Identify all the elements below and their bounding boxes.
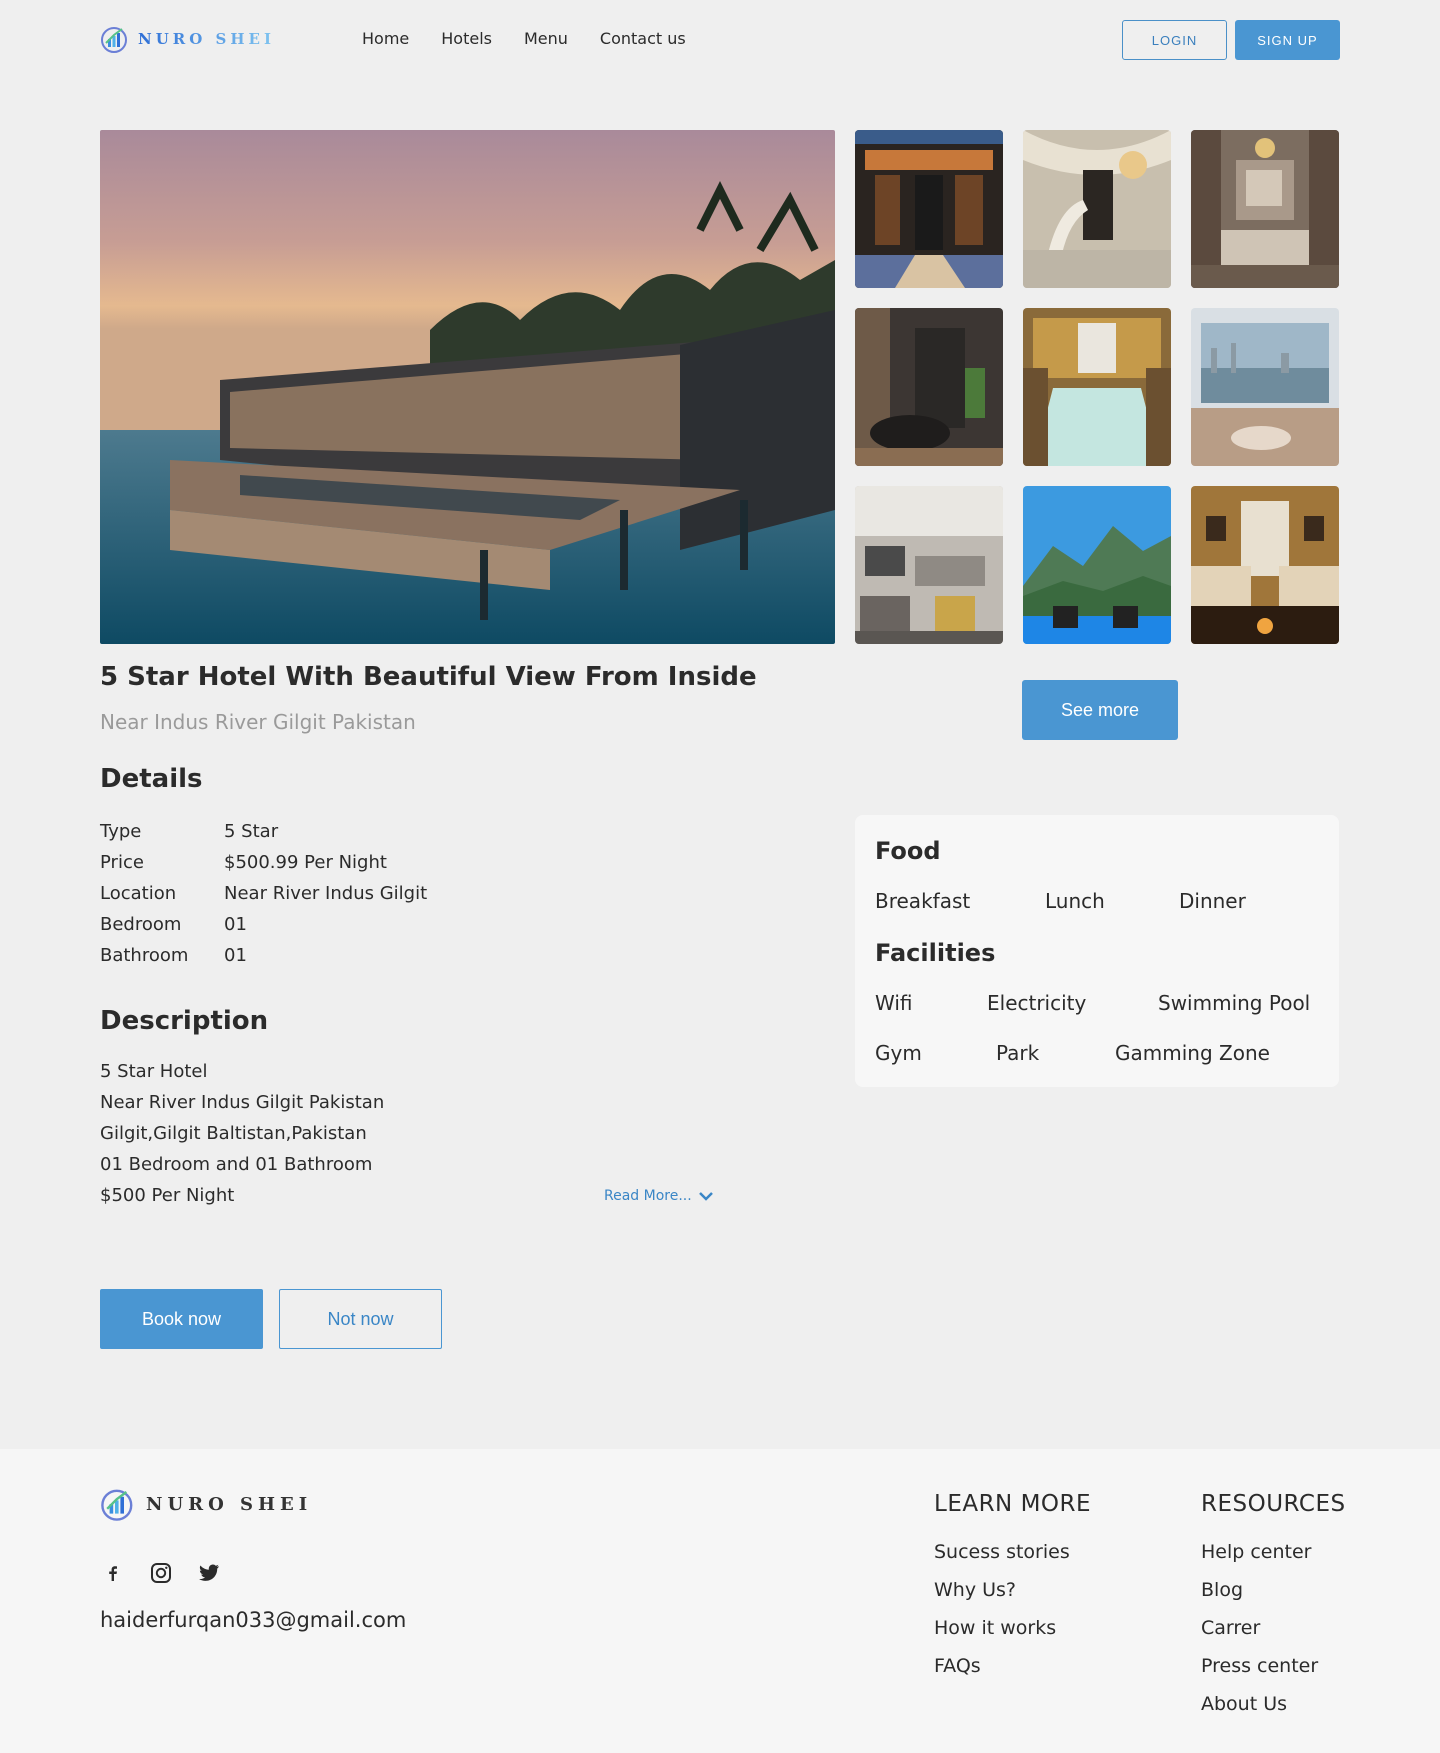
description-line: Near River Indus Gilgit Pakistan bbox=[100, 1092, 385, 1113]
book-now-button[interactable]: Book now bbox=[100, 1289, 263, 1349]
logo-mark-icon bbox=[101, 1489, 133, 1521]
footer-link-faqs[interactable]: FAQs bbox=[934, 1647, 1091, 1685]
details-value: 5 Star bbox=[224, 821, 279, 842]
facility-item-electricity: Electricity bbox=[987, 991, 1087, 1015]
amenities-card: Food Breakfast Lunch Dinner Facilities W… bbox=[855, 815, 1339, 1087]
logo-mark-icon bbox=[101, 27, 127, 53]
description-line: $500 Per Night bbox=[100, 1185, 235, 1206]
hotel-title: 5 Star Hotel With Beautiful View From In… bbox=[100, 662, 757, 692]
hotel-main-image[interactable] bbox=[100, 130, 835, 644]
see-more-button[interactable]: See more bbox=[1022, 680, 1178, 740]
details-row-bathroom: Bathroom 01 bbox=[100, 940, 427, 971]
details-row-bedroom: Bedroom 01 bbox=[100, 909, 427, 940]
description-line: 5 Star Hotel bbox=[100, 1061, 208, 1082]
gallery-thumb-lobby-entrance[interactable] bbox=[855, 130, 1003, 288]
gallery-thumb-indoor-pool[interactable] bbox=[1023, 308, 1171, 466]
facility-item-park: Park bbox=[996, 1041, 1040, 1065]
contact-email[interactable]: haiderfurqan033@gmail.com bbox=[100, 1608, 406, 1632]
details-table: Type 5 Star Price $500.99 Per Night Locati… bbox=[100, 816, 427, 971]
site-footer: NURO SHEI haiderfurqan033@gmail.com LEAR… bbox=[0, 1449, 1440, 1753]
facilities-heading: Facilities bbox=[875, 939, 996, 967]
read-more-label: Read More... bbox=[604, 1188, 692, 1204]
footer-link-press-center[interactable]: Press center bbox=[1201, 1647, 1346, 1685]
food-item-dinner: Dinner bbox=[1179, 889, 1246, 913]
details-value: $500.99 Per Night bbox=[224, 852, 387, 873]
footer-brand-logo[interactable]: NURO SHEI bbox=[100, 1487, 312, 1521]
footer-link-blog[interactable]: Blog bbox=[1201, 1571, 1346, 1609]
hotel-location: Near Indus River Gilgit Pakistan bbox=[100, 710, 416, 734]
details-key: Price bbox=[100, 852, 144, 873]
brand-name: NURO SHEI bbox=[138, 30, 276, 48]
nav-item-hotels[interactable]: Hotels bbox=[441, 29, 492, 48]
main-nav: Home Hotels Menu Contact us bbox=[362, 29, 686, 48]
details-value: 01 bbox=[224, 945, 247, 966]
details-heading: Details bbox=[100, 764, 203, 794]
resources-column: RESOURCES Help center Blog Carrer Press … bbox=[1201, 1491, 1346, 1723]
details-key: Bedroom bbox=[100, 914, 182, 935]
gallery-thumb-bathroom[interactable] bbox=[855, 308, 1003, 466]
details-row-type: Type 5 Star bbox=[100, 816, 427, 847]
food-heading: Food bbox=[875, 837, 941, 865]
facility-item-swimming-pool: Swimming Pool bbox=[1158, 991, 1311, 1015]
not-now-button[interactable]: Not now bbox=[279, 1289, 442, 1349]
description-line: 01 Bedroom and 01 Bathroom bbox=[100, 1154, 373, 1175]
twitter-icon[interactable] bbox=[196, 1560, 222, 1586]
footer-link-success-stories[interactable]: Sucess stories bbox=[934, 1533, 1091, 1571]
facility-item-wifi: Wifi bbox=[875, 991, 913, 1015]
nav-item-contact-us[interactable]: Contact us bbox=[600, 29, 686, 48]
read-more-link[interactable]: Read More... bbox=[604, 1188, 714, 1204]
gallery-thumb-lounge[interactable] bbox=[855, 486, 1003, 644]
instagram-icon[interactable] bbox=[148, 1560, 174, 1586]
description-line: Gilgit,Gilgit Baltistan,Pakistan bbox=[100, 1123, 367, 1144]
site-header: NURO SHEI Home Hotels Menu Contact us LO… bbox=[0, 0, 1440, 80]
brand-logo[interactable]: NURO SHEI bbox=[100, 25, 275, 53]
details-key: Bathroom bbox=[100, 945, 189, 966]
facility-item-gym: Gym bbox=[875, 1041, 922, 1065]
facebook-icon[interactable] bbox=[100, 1560, 126, 1586]
learn-more-heading: LEARN MORE bbox=[934, 1491, 1092, 1517]
footer-link-help-center[interactable]: Help center bbox=[1201, 1533, 1346, 1571]
description-text: 5 Star Hotel Near River Indus Gilgit Pak… bbox=[100, 1056, 384, 1211]
chevron-down-icon bbox=[698, 1192, 713, 1201]
footer-link-how-it-works[interactable]: How it works bbox=[934, 1609, 1091, 1647]
food-item-breakfast: Breakfast bbox=[875, 889, 971, 913]
facility-item-gamming-zone: Gamming Zone bbox=[1115, 1041, 1270, 1065]
footer-brand-name: NURO SHEI bbox=[146, 1493, 313, 1515]
description-heading: Description bbox=[100, 1006, 269, 1036]
details-value: Near River Indus Gilgit bbox=[224, 883, 428, 904]
footer-link-career[interactable]: Carrer bbox=[1201, 1609, 1346, 1647]
footer-link-about-us[interactable]: About Us bbox=[1201, 1685, 1346, 1723]
learn-more-column: LEARN MORE Sucess stories Why Us? How it… bbox=[934, 1491, 1091, 1685]
food-item-lunch: Lunch bbox=[1045, 889, 1105, 913]
login-button[interactable]: LOGIN bbox=[1122, 20, 1227, 60]
details-value: 01 bbox=[224, 914, 247, 935]
details-row-price: Price $500.99 Per Night bbox=[100, 847, 427, 878]
signup-button[interactable]: SIGN UP bbox=[1235, 20, 1340, 60]
social-links bbox=[100, 1560, 222, 1586]
gallery-thumb-city-view-suite[interactable] bbox=[1191, 308, 1339, 466]
details-key: Location bbox=[100, 883, 177, 904]
gallery-thumb-bedroom[interactable] bbox=[1191, 130, 1339, 288]
footer-link-why-us[interactable]: Why Us? bbox=[934, 1571, 1091, 1609]
details-key: Type bbox=[100, 821, 142, 842]
details-row-location: Location Near River Indus Gilgit bbox=[100, 878, 427, 909]
nav-item-menu[interactable]: Menu bbox=[524, 29, 568, 48]
gallery-thumb-grand-staircase[interactable] bbox=[1023, 130, 1171, 288]
nav-item-home[interactable]: Home bbox=[362, 29, 409, 48]
gallery-thumb-dining-room[interactable] bbox=[1191, 486, 1339, 644]
gallery-thumb-infinity-pool[interactable] bbox=[1023, 486, 1171, 644]
resources-heading: RESOURCES bbox=[1201, 1491, 1346, 1517]
